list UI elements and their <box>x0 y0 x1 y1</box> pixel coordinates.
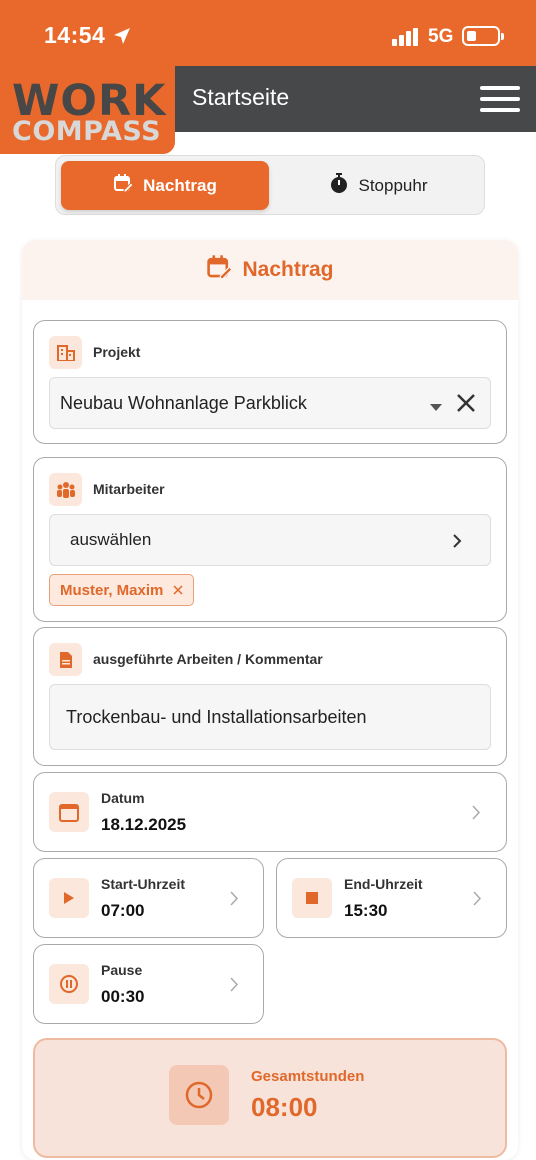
tab-label: Nachtrag <box>143 175 217 195</box>
total-hours: Gesamtstunden 08:00 <box>33 1038 507 1158</box>
work-comment-input[interactable]: Trockenbau- und Installationsarbeiten <box>49 684 491 750</box>
pause-field[interactable]: Pause 00:30 <box>33 944 264 1024</box>
signal-icon <box>392 28 420 51</box>
calendar-edit-icon <box>113 173 134 198</box>
employees-select-text: auswählen <box>70 530 152 549</box>
end-label: End-Uhrzeit <box>344 876 423 892</box>
status-bar: 14:54 5G <box>0 0 536 66</box>
people-icon <box>49 473 82 506</box>
battery-icon <box>462 26 504 46</box>
remove-chip-icon[interactable] <box>173 582 183 599</box>
work-section: ausgeführte Arbeiten / Kommentar Trocken… <box>33 627 507 766</box>
date-field[interactable]: Datum 18.12.2025 <box>33 772 507 852</box>
building-icon <box>49 336 82 369</box>
menu-icon[interactable] <box>480 86 520 112</box>
start-value: 07:00 <box>101 901 145 920</box>
status-time: 14:54 <box>44 22 106 48</box>
pause-value: 00:30 <box>101 987 145 1006</box>
mode-tabs: Nachtrag Stoppuhr <box>55 155 485 215</box>
logo-line2: COMPASS <box>12 116 162 147</box>
clear-icon[interactable] <box>456 393 476 418</box>
project-section: Projekt Neubau Wohnanlage Parkblick <box>33 320 507 444</box>
employees-section: Mitarbeiter auswählen Muster, Maxim <box>33 457 507 622</box>
tab-stoppuhr[interactable]: Stoppuhr <box>274 161 482 210</box>
work-label: ausgeführte Arbeiten / Kommentar <box>93 651 323 667</box>
project-select[interactable]: Neubau Wohnanlage Parkblick <box>49 377 491 429</box>
employees-label: Mitarbeiter <box>93 481 165 497</box>
network-type: 5G <box>428 26 454 47</box>
project-label: Projekt <box>93 344 141 360</box>
employee-chip: Muster, Maxim <box>49 574 195 606</box>
total-label: Gesamtstunden <box>251 1068 365 1085</box>
employee-chip-label: Muster, Maxim <box>60 581 164 599</box>
clock-icon <box>169 1065 229 1125</box>
end-value: 15:30 <box>344 901 388 920</box>
form-header: Nachtrag <box>22 240 518 300</box>
tab-nachtrag[interactable]: Nachtrag <box>61 161 269 210</box>
employees-select[interactable]: auswählen <box>49 514 491 566</box>
pause-icon <box>49 964 89 1004</box>
end-time-field[interactable]: End-Uhrzeit 15:30 <box>276 858 507 938</box>
pause-label: Pause <box>101 962 143 978</box>
chevron-right-icon <box>230 891 239 911</box>
calendar-edit-icon <box>206 254 234 286</box>
project-value: Neubau Wohnanlage Parkblick <box>60 393 307 413</box>
caret-down-icon[interactable] <box>430 399 442 417</box>
chevron-right-icon <box>472 805 481 825</box>
nachtrag-form: Nachtrag Projekt Neubau Wohnanlage Parkb… <box>22 240 518 1160</box>
page-title: Startseite <box>192 84 290 110</box>
location-arrow-icon <box>112 26 132 51</box>
start-time-field[interactable]: Start-Uhrzeit 07:00 <box>33 858 264 938</box>
chevron-right-icon <box>452 533 462 554</box>
total-value: 08:00 <box>251 1092 318 1122</box>
date-label: Datum <box>101 790 145 806</box>
form-title: Nachtrag <box>242 258 334 281</box>
calendar-icon <box>49 792 89 832</box>
tab-label: Stoppuhr <box>358 175 428 195</box>
chevron-right-icon <box>473 891 482 911</box>
date-value: 18.12.2025 <box>101 815 187 834</box>
stopwatch-icon <box>329 172 349 199</box>
start-label: Start-Uhrzeit <box>101 876 186 892</box>
play-icon <box>49 878 89 918</box>
logo[interactable]: WORK COMPASS <box>0 66 175 154</box>
document-icon <box>49 643 82 676</box>
chevron-right-icon <box>230 977 239 997</box>
stop-icon <box>292 878 332 918</box>
work-comment-value: Trockenbau- und Installationsarbeiten <box>66 707 367 727</box>
